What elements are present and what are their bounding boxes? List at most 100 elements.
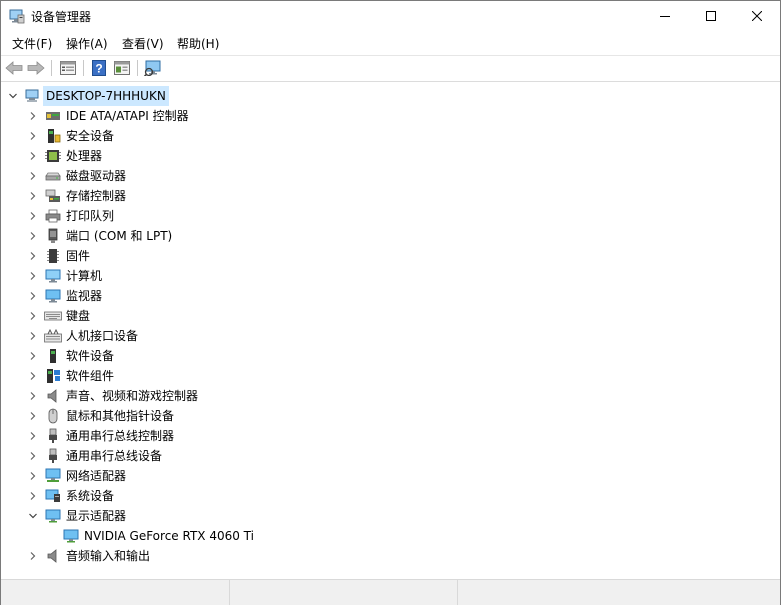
expand-chevron-icon[interactable]: [26, 466, 40, 486]
collapse-chevron-icon[interactable]: [26, 506, 40, 526]
computer-icon: [44, 268, 62, 284]
tree-category-audio-io[interactable]: 音频输入和输出: [26, 546, 150, 566]
expand-chevron-icon[interactable]: [26, 126, 40, 146]
system-device-icon: [44, 488, 62, 504]
software-component-icon: [44, 368, 62, 384]
expand-chevron-icon[interactable]: [26, 186, 40, 206]
expand-chevron-icon[interactable]: [26, 406, 40, 426]
category-label: 网络适配器: [66, 469, 127, 483]
expand-chevron-icon[interactable]: [26, 546, 40, 566]
view-resources-button[interactable]: [112, 59, 132, 77]
category-label: 音频输入和输出: [66, 549, 151, 563]
keyboard-icon: [44, 308, 62, 324]
tree-category-software-device[interactable]: 软件设备: [26, 346, 114, 366]
expand-chevron-icon[interactable]: [26, 206, 40, 226]
expand-chevron-icon[interactable]: [26, 286, 40, 306]
expand-chevron-icon[interactable]: [26, 246, 40, 266]
tree-category-monitor[interactable]: 监视器: [26, 286, 102, 306]
hid-icon: [44, 328, 62, 344]
category-label: 计算机: [66, 269, 103, 283]
tree-category-keyboard[interactable]: 键盘: [26, 306, 90, 326]
tree-category-storage[interactable]: 存储控制器: [26, 186, 126, 206]
menu-file[interactable]: 文件(F): [10, 35, 54, 52]
speaker-icon: [44, 388, 62, 404]
tree-category-ports[interactable]: 端口 (COM 和 LPT): [26, 226, 172, 246]
category-label: 处理器: [66, 149, 103, 163]
expand-chevron-icon[interactable]: [26, 426, 40, 446]
category-label: 安全设备: [66, 129, 115, 143]
display-adapter-icon: [44, 508, 62, 524]
expand-chevron-icon[interactable]: [26, 166, 40, 186]
minimize-button[interactable]: [642, 1, 688, 31]
expand-chevron-icon[interactable]: [26, 446, 40, 466]
menu-view[interactable]: 查看(V): [120, 35, 166, 52]
tree-category-disk[interactable]: 磁盘驱动器: [26, 166, 126, 186]
device-manager-app-icon: [9, 8, 25, 24]
tree-category-computer[interactable]: 计算机: [26, 266, 102, 286]
tree-category-ide[interactable]: IDE ATA/ATAPI 控制器: [26, 106, 189, 126]
status-panel: [1, 580, 230, 605]
tree-category-display-adapter[interactable]: 显示适配器: [26, 506, 126, 526]
expand-chevron-icon[interactable]: [26, 266, 40, 286]
monitor-icon: [44, 288, 62, 304]
device-tree[interactable]: DESKTOP-7HHHUKN IDE ATA/ATAPI 控制器 安全设备 处…: [1, 82, 780, 579]
expand-chevron-icon[interactable]: [26, 386, 40, 406]
port-icon: [44, 228, 62, 244]
expand-chevron-icon[interactable]: [26, 326, 40, 346]
expand-chevron-icon[interactable]: [26, 366, 40, 386]
tree-category-usb-controller[interactable]: 通用串行总线控制器: [26, 426, 174, 446]
tree-category-software-component[interactable]: 软件组件: [26, 366, 114, 386]
printer-icon: [44, 208, 62, 224]
tree-category-processor[interactable]: 处理器: [26, 146, 102, 166]
category-label: 软件组件: [66, 369, 115, 383]
expand-chevron-icon[interactable]: [26, 346, 40, 366]
scan-hardware-button[interactable]: [143, 59, 163, 77]
expand-chevron-icon[interactable]: [26, 486, 40, 506]
category-label: 键盘: [66, 309, 91, 323]
menu-bar: 文件(F) 操作(A) 查看(V) 帮助(H): [1, 31, 780, 55]
category-label: 系统设备: [66, 489, 115, 503]
properties-button[interactable]: [58, 59, 78, 77]
tree-category-hid[interactable]: 人机接口设备: [26, 326, 138, 346]
tree-category-firmware[interactable]: 固件: [26, 246, 90, 266]
back-arrow-icon: [5, 61, 23, 75]
ide-controller-icon: [44, 108, 62, 124]
tree-category-print-queue[interactable]: 打印队列: [26, 206, 114, 226]
audio-io-icon: [44, 548, 62, 564]
category-label: 声音、视频和游戏控制器: [66, 389, 199, 403]
network-adapter-icon: [44, 468, 62, 484]
title-bar[interactable]: 设备管理器: [1, 1, 780, 31]
category-label: 软件设备: [66, 349, 115, 363]
help-button[interactable]: ?: [89, 59, 109, 77]
collapse-chevron-icon[interactable]: [6, 86, 20, 106]
menu-help[interactable]: 帮助(H): [175, 35, 221, 52]
tree-category-mouse[interactable]: 鼠标和其他指针设备: [26, 406, 174, 426]
toolbar-separator: [83, 60, 84, 76]
forward-button[interactable]: [26, 59, 46, 77]
tree-category-security[interactable]: 安全设备: [26, 126, 114, 146]
expand-chevron-icon[interactable]: [26, 226, 40, 246]
category-label: 固件: [66, 249, 91, 263]
expand-chevron-icon[interactable]: [26, 146, 40, 166]
window-title: 设备管理器: [31, 10, 92, 24]
firmware-icon: [44, 248, 62, 264]
disk-drive-icon: [44, 168, 62, 184]
toolbar-separator: [137, 60, 138, 76]
back-button[interactable]: [4, 59, 24, 77]
category-label: 通用串行总线控制器: [66, 429, 175, 443]
category-label: 打印队列: [66, 209, 115, 223]
tree-category-network[interactable]: 网络适配器: [26, 466, 126, 486]
category-label: 端口 (COM 和 LPT): [66, 229, 173, 243]
expand-chevron-icon[interactable]: [26, 306, 40, 326]
expand-chevron-icon[interactable]: [26, 106, 40, 126]
tree-category-sound[interactable]: 声音、视频和游戏控制器: [26, 386, 198, 406]
tree-category-usb-device[interactable]: 通用串行总线设备: [26, 446, 162, 466]
tree-device-gpu[interactable]: NVIDIA GeForce RTX 4060 Ti: [44, 526, 254, 546]
tree-category-system[interactable]: 系统设备: [26, 486, 114, 506]
close-button[interactable]: [734, 1, 780, 31]
maximize-button[interactable]: [688, 1, 734, 31]
menu-action[interactable]: 操作(A): [64, 35, 110, 52]
view-resources-icon: [114, 61, 130, 75]
tree-root-node[interactable]: DESKTOP-7HHHUKN: [6, 86, 169, 106]
